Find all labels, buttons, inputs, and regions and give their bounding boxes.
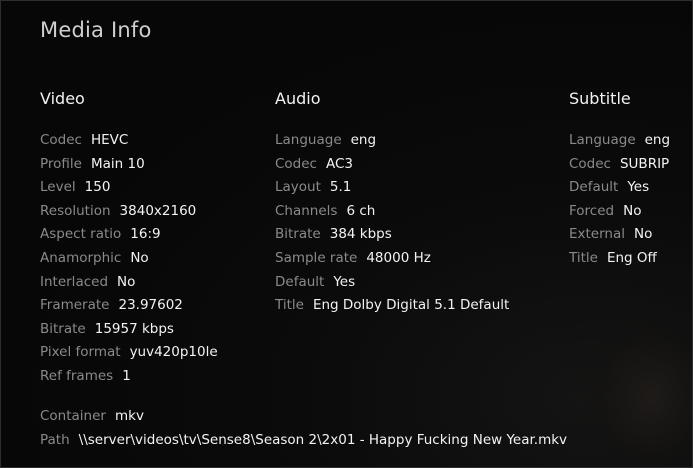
field-label: Framerate bbox=[40, 297, 110, 314]
field-label: Pixel format bbox=[40, 344, 121, 361]
field-label: Ref frames bbox=[40, 367, 114, 384]
field-value: 5.1 bbox=[329, 179, 352, 196]
audio-row: Title Eng Dolby Digital 5.1 Default bbox=[275, 294, 509, 318]
field-value: HEVC bbox=[90, 132, 129, 148]
field-value: 3840x2160 bbox=[119, 202, 197, 219]
audio-row: Codec AC3 bbox=[275, 153, 509, 177]
video-row: Aspect ratio 16:9 bbox=[40, 223, 218, 247]
field-value: Eng Dolby Digital 5.1 Default bbox=[312, 297, 510, 314]
field-value: 48000 Hz bbox=[366, 249, 431, 266]
container-label: Container bbox=[40, 408, 106, 424]
field-value: No bbox=[634, 226, 653, 243]
video-heading: Video bbox=[40, 89, 85, 108]
field-label: Sample rate bbox=[275, 249, 358, 266]
subtitle-row: Language eng bbox=[569, 129, 670, 153]
audio-row: Channels 6 ch bbox=[275, 200, 509, 224]
field-label: Layout bbox=[275, 179, 321, 196]
video-row: Profile Main 10 bbox=[40, 153, 218, 177]
subtitle-row: Title Eng Off bbox=[569, 247, 670, 271]
video-section: Video Codec HEVC Profile Main 10 Level 150 … bbox=[40, 87, 218, 389]
field-value: No bbox=[130, 249, 149, 266]
field-value: 23.97602 bbox=[118, 297, 183, 314]
field-label: Anamorphic bbox=[40, 249, 122, 266]
video-row: Level 150 bbox=[40, 176, 218, 200]
field-label: Codec bbox=[275, 155, 317, 172]
field-label: Default bbox=[569, 179, 619, 196]
field-label: Language bbox=[275, 132, 342, 148]
field-value: 150 bbox=[84, 179, 111, 196]
field-value: No bbox=[117, 273, 136, 290]
field-label: Interlaced bbox=[40, 273, 109, 290]
video-row: Pixel format yuv420p10le bbox=[40, 341, 218, 365]
audio-section: Audio Language eng Codec AC3 Layout 5.1 Cha… bbox=[275, 87, 509, 318]
audio-row: Sample rate 48000 Hz bbox=[275, 247, 509, 271]
subtitle-row: Default Yes bbox=[569, 176, 670, 200]
field-label: Language bbox=[569, 132, 636, 148]
field-label: External bbox=[569, 226, 626, 243]
video-row: Codec HEVC bbox=[40, 129, 218, 153]
field-value: 384 kbps bbox=[329, 226, 392, 243]
video-row: Bitrate 15957 kbps bbox=[40, 318, 218, 342]
field-value: Yes bbox=[627, 179, 650, 196]
subtitle-row: Codec SUBRIP bbox=[569, 153, 670, 177]
audio-row: Layout 5.1 bbox=[275, 176, 509, 200]
field-value: AC3 bbox=[325, 155, 353, 172]
field-label: Channels bbox=[275, 202, 338, 219]
field-label: Profile bbox=[40, 155, 82, 172]
field-value: yuv420p10le bbox=[129, 344, 218, 361]
field-label: Bitrate bbox=[40, 320, 86, 337]
path-value: \\server\videos\tv\Sense8\Season 2\2x01 … bbox=[78, 431, 568, 448]
field-label: Level bbox=[40, 179, 76, 196]
file-section: Container mkv Path \\server\videos\tv\Sens… bbox=[40, 405, 567, 452]
field-label: Title bbox=[275, 297, 304, 314]
audio-heading: Audio bbox=[275, 89, 321, 108]
field-label: Default bbox=[275, 273, 325, 290]
field-value: 1 bbox=[122, 367, 131, 384]
field-value: Yes bbox=[333, 273, 356, 290]
video-row: Resolution 3840x2160 bbox=[40, 200, 218, 224]
container-value: mkv bbox=[114, 408, 144, 424]
audio-row: Default Yes bbox=[275, 271, 509, 295]
subtitle-section: Subtitle Language eng Codec SUBRIP Default… bbox=[569, 87, 670, 271]
field-value: 16:9 bbox=[130, 226, 161, 243]
background-artwork bbox=[562, 287, 692, 467]
field-label: Codec bbox=[569, 155, 611, 172]
page-title: Media Info bbox=[40, 18, 152, 42]
audio-row: Bitrate 384 kbps bbox=[275, 223, 509, 247]
video-row: Anamorphic No bbox=[40, 247, 218, 271]
subtitle-heading: Subtitle bbox=[569, 89, 631, 108]
field-value: Eng Off bbox=[606, 249, 657, 266]
container-row: Container mkv bbox=[40, 405, 567, 429]
media-info-panel: Media Info Video Codec HEVC Profile Main 1… bbox=[0, 0, 693, 468]
video-row: Interlaced No bbox=[40, 271, 218, 295]
field-value: 6 ch bbox=[346, 202, 376, 219]
field-value: eng bbox=[644, 132, 671, 148]
field-label: Codec bbox=[40, 132, 82, 148]
path-label: Path bbox=[40, 431, 70, 448]
field-value: No bbox=[623, 202, 642, 219]
field-value: 15957 kbps bbox=[94, 320, 174, 337]
field-label: Title bbox=[569, 249, 598, 266]
field-label: Resolution bbox=[40, 202, 111, 219]
field-value: eng bbox=[350, 132, 377, 148]
subtitle-row: Forced No bbox=[569, 200, 670, 224]
subtitle-row: External No bbox=[569, 223, 670, 247]
field-value: Main 10 bbox=[90, 155, 145, 172]
audio-row: Language eng bbox=[275, 129, 509, 153]
field-label: Aspect ratio bbox=[40, 226, 122, 243]
field-label: Bitrate bbox=[275, 226, 321, 243]
field-value: SUBRIP bbox=[619, 155, 670, 172]
video-row: Ref frames 1 bbox=[40, 365, 218, 389]
path-row: Path \\server\videos\tv\Sense8\Season 2\2… bbox=[40, 429, 567, 453]
video-row: Framerate 23.97602 bbox=[40, 294, 218, 318]
field-label: Forced bbox=[569, 202, 615, 219]
